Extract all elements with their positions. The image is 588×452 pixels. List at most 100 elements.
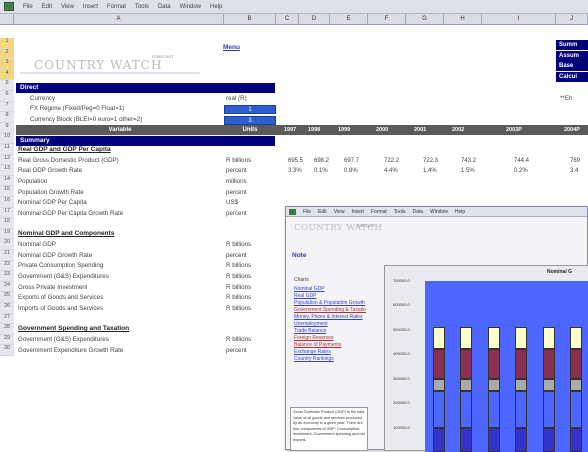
- row-header-17[interactable]: 17: [0, 207, 14, 219]
- row-header-18[interactable]: 18: [0, 218, 14, 229]
- popup-menu-view[interactable]: View: [334, 209, 345, 215]
- chart-bar-segment: [487, 378, 500, 391]
- chart-link-exchange[interactable]: Exchange Rates: [294, 349, 366, 356]
- chart-y-tick: 100000.0: [393, 424, 410, 430]
- row-header-23[interactable]: 23: [0, 271, 14, 282]
- param-block-label: Currency Block (BLEI=0 euro=1 other=2): [30, 116, 143, 123]
- popup-menu-format[interactable]: Format: [371, 209, 387, 215]
- chart-title: Nominal G: [547, 269, 573, 275]
- row-header-15[interactable]: 15: [0, 186, 14, 197]
- row-header-19[interactable]: 19: [0, 228, 14, 240]
- row-gdp-per-capita-label: Nominal GDP Per Capita: [18, 199, 87, 206]
- row-header-1[interactable]: 1: [0, 38, 14, 49]
- row-header-12[interactable]: 12: [0, 154, 14, 166]
- base-link[interactable]: Base: [556, 61, 588, 72]
- chart-link-rankings[interactable]: Country Rankings: [294, 356, 366, 363]
- chart-link-nominal-gdp[interactable]: Nominal GDP: [294, 286, 366, 293]
- popup-menu-file[interactable]: File: [303, 209, 311, 215]
- row-header-16[interactable]: 16: [0, 197, 14, 208]
- column-headers: A B C D E F G H I J: [0, 14, 588, 25]
- param-block-value[interactable]: 3: [224, 116, 276, 125]
- chart-y-tick: 700000.0: [393, 278, 410, 283]
- chart-popup-window[interactable]: File Edit View Insert Format Tools Data …: [285, 206, 588, 452]
- row-header-11[interactable]: 11: [0, 144, 14, 155]
- row-header-6[interactable]: 6: [0, 91, 14, 102]
- chart-bar-segment: [432, 390, 445, 428]
- chart-link-unemployment[interactable]: Unemployment: [294, 321, 366, 328]
- chart-link-government[interactable]: Government Spending & Taxation: [294, 307, 366, 314]
- chart-bar-segment: [570, 390, 583, 428]
- row-header-27[interactable]: 27: [0, 313, 14, 325]
- popup-menu-insert[interactable]: Insert: [351, 209, 364, 215]
- corner-select-all[interactable]: [0, 14, 14, 25]
- row-header-24[interactable]: 24: [0, 281, 14, 293]
- chart-bar-segment: [515, 390, 528, 428]
- row-gdp-growth-units: percent: [226, 167, 247, 174]
- row-header-3[interactable]: 3: [0, 59, 14, 70]
- column-header-d[interactable]: D: [299, 14, 330, 25]
- chart-link-real-gdp[interactable]: Real GDP: [294, 293, 366, 300]
- column-header-f[interactable]: F: [368, 14, 406, 25]
- row-real-gdp-units: R billions: [226, 157, 252, 164]
- year-2004p: 2004P: [564, 127, 580, 133]
- row-header-26[interactable]: 26: [0, 303, 14, 314]
- popup-logo-sub: FORECAST: [356, 224, 376, 228]
- nominal-gdp-chart: Nominal G 700000.0 600000.0 500000.0 400000…: [384, 265, 588, 452]
- column-header-g[interactable]: G: [406, 14, 444, 25]
- row-header-21[interactable]: 21: [0, 250, 14, 261]
- column-header-e[interactable]: E: [330, 14, 368, 25]
- param-fx-value[interactable]: 1: [224, 105, 276, 114]
- param-currency-value[interactable]: real (R): [226, 94, 247, 104]
- column-header-b[interactable]: B: [224, 14, 276, 25]
- popup-menu-window[interactable]: Window: [430, 209, 448, 215]
- row-investment-label: Gross Private Investment: [18, 284, 88, 291]
- chart-y-tick: 300000.0: [393, 375, 410, 381]
- row-header-29[interactable]: 29: [0, 334, 14, 346]
- column-header-i[interactable]: I: [482, 14, 556, 25]
- row-header-14[interactable]: 14: [0, 175, 14, 187]
- assumptions-link[interactable]: Assum: [556, 50, 588, 61]
- row-header-9[interactable]: 9: [0, 122, 14, 134]
- right-note: **Eh: [560, 95, 573, 102]
- popup-menu-data[interactable]: Data: [412, 209, 423, 215]
- chart-link-reserves[interactable]: Foreign Reserves: [294, 335, 366, 342]
- row-header-5[interactable]: 5: [0, 80, 14, 91]
- row-gdp-growth-2001: 1.4%: [423, 168, 437, 174]
- row-gdp-pc-growth-label: Nominal GDP Per Capita Growth Rate: [18, 210, 124, 217]
- chart-link-bop[interactable]: Balance of Payments: [294, 342, 366, 349]
- chart-bar-segment: [460, 378, 473, 391]
- chart-link-population[interactable]: Population & Population Growth: [294, 300, 366, 307]
- menu-link[interactable]: Menu: [223, 44, 240, 51]
- row-header-13[interactable]: 13: [0, 165, 14, 176]
- row-header-25[interactable]: 25: [0, 292, 14, 303]
- chart-link-trade[interactable]: Trade Balance: [294, 328, 366, 335]
- column-header-a[interactable]: A: [14, 14, 224, 25]
- row-header-4[interactable]: 4: [0, 69, 14, 81]
- popup-menu-edit[interactable]: Edit: [318, 209, 327, 215]
- popup-menu-help[interactable]: Help: [455, 209, 465, 215]
- row-header-2[interactable]: 2: [0, 48, 14, 60]
- calculations-link[interactable]: Calcul: [556, 71, 588, 82]
- chart-link-money[interactable]: Money, Prices & Interest Rates: [294, 314, 366, 321]
- row-header-20[interactable]: 20: [0, 239, 14, 250]
- column-header-j[interactable]: J: [556, 14, 588, 25]
- row-nominal-gdp-label: Nominal GDP: [18, 241, 56, 248]
- row-header-8[interactable]: 8: [0, 112, 14, 123]
- row-header-10[interactable]: 10: [0, 133, 14, 144]
- row-header-30[interactable]: 30: [0, 345, 14, 356]
- row-nominal-growth-units: percent: [226, 252, 247, 259]
- popup-menu-tools[interactable]: Tools: [394, 209, 406, 215]
- param-currency-label: Currency: [30, 95, 56, 102]
- chart-bar-segment: [487, 427, 500, 452]
- chart-bar-segment: [570, 327, 583, 350]
- chart-bar-segment: [432, 427, 445, 452]
- row-header-7[interactable]: 7: [0, 101, 14, 113]
- row-population-units: millions: [226, 178, 247, 185]
- chart-bar-segment: [542, 427, 555, 452]
- row-header-28[interactable]: 28: [0, 324, 14, 335]
- summary-link[interactable]: Summ: [556, 40, 588, 50]
- logo-text: COUNTRY WATCH: [34, 58, 163, 72]
- column-header-h[interactable]: H: [444, 14, 482, 25]
- row-header-22[interactable]: 22: [0, 260, 14, 272]
- column-header-c[interactable]: C: [276, 14, 299, 25]
